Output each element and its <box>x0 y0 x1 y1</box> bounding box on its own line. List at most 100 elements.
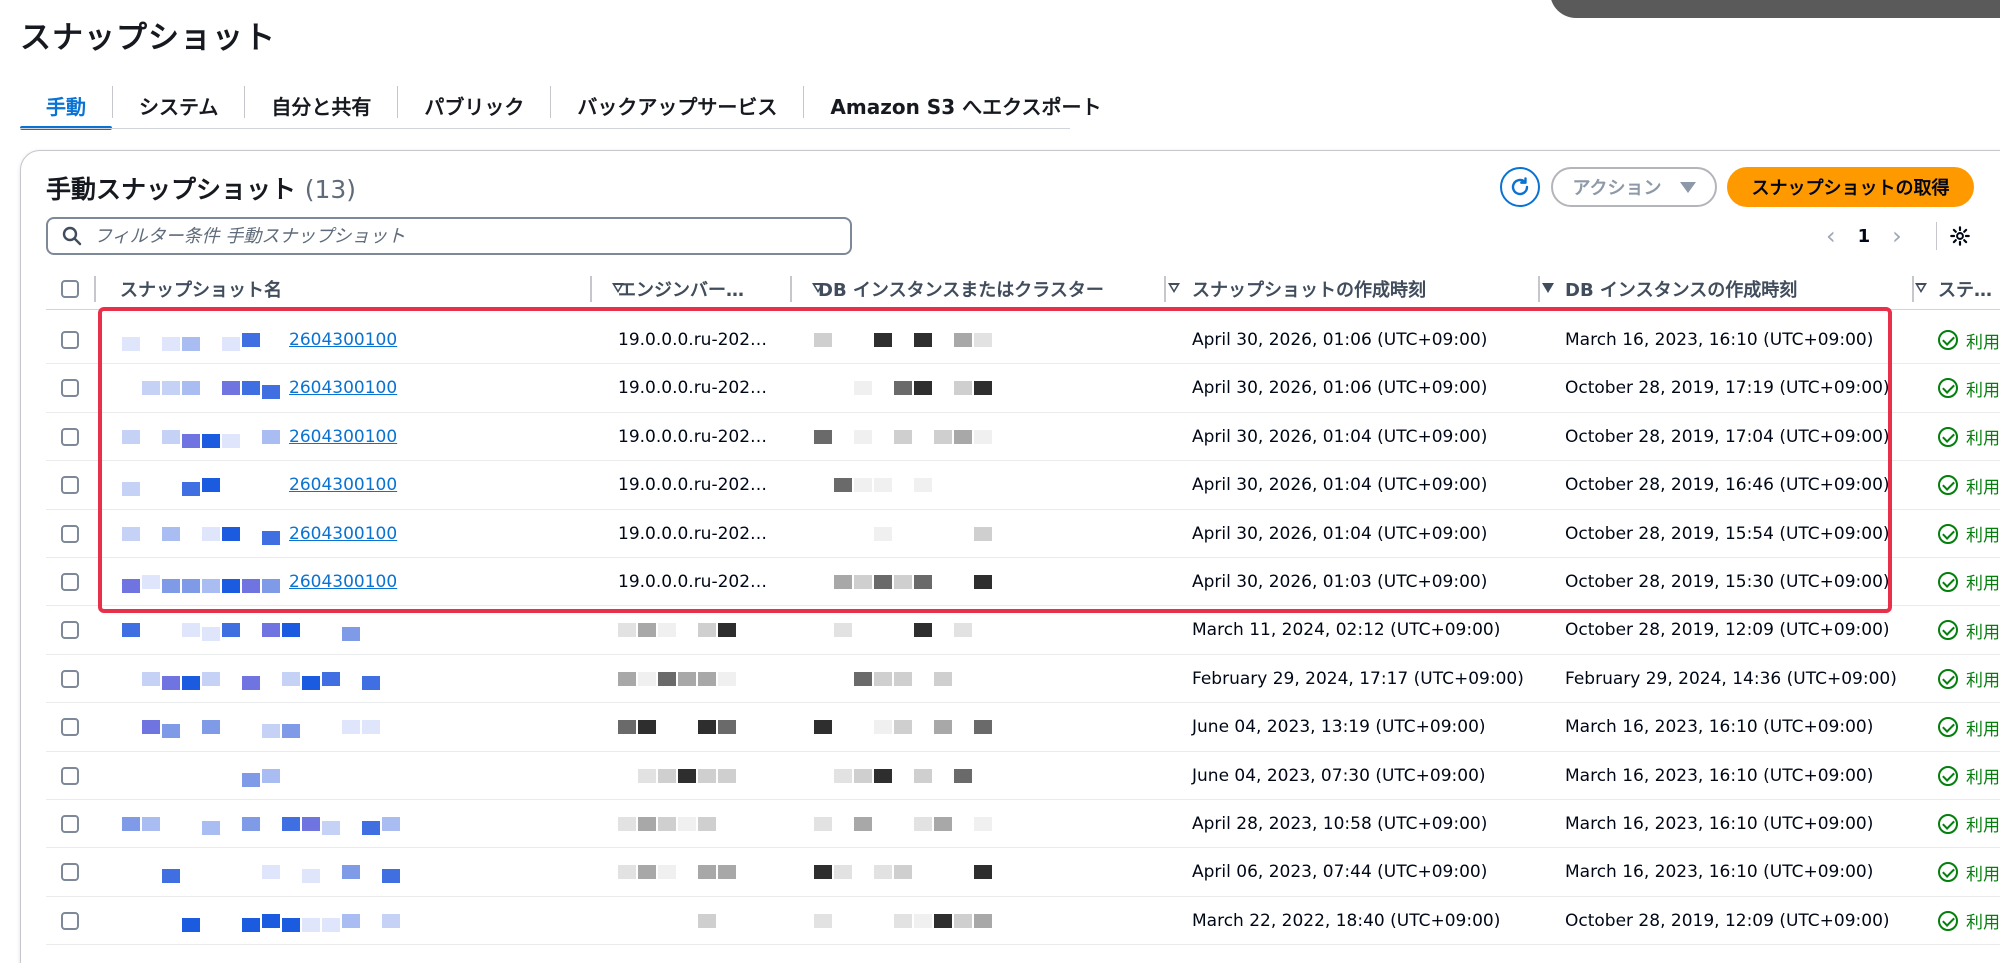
column-divider[interactable] <box>790 276 792 302</box>
redacted-block <box>874 865 892 880</box>
redacted-block <box>162 675 180 690</box>
snapshot-count: (13) <box>304 175 357 204</box>
row-checkbox[interactable] <box>61 379 79 398</box>
select-all-checkbox[interactable] <box>61 280 79 298</box>
row-checkbox[interactable] <box>61 427 79 446</box>
overlay-panel <box>1550 0 2000 18</box>
snapshot-name-link[interactable]: 2604300100 <box>289 524 397 544</box>
column-header-instance[interactable]: DB インスタンスまたはクラスター <box>818 268 1192 310</box>
table-row: 2604300100 19.0.0.0.ru-202… April 30, 20… <box>46 558 2000 607</box>
tab-manual[interactable]: 手動 <box>20 80 112 130</box>
redacted-block <box>954 623 972 638</box>
redacted-block <box>162 869 180 884</box>
column-header-instance-created[interactable]: DB インスタンスの作成時刻 <box>1565 268 1939 310</box>
snapshot-name-link[interactable]: 2604300100 <box>289 572 397 592</box>
redacted-block <box>282 817 300 831</box>
redacted-block <box>122 429 140 444</box>
redacted-block <box>162 579 180 593</box>
redacted-block <box>854 575 872 589</box>
take-snapshot-button[interactable]: スナップショットの取得 <box>1727 167 1974 207</box>
tab-label: 手動 <box>46 94 86 119</box>
instance-created-cell: October 28, 2019, 15:54 (UTC+09:00) <box>1565 523 1890 544</box>
snapshot-name-cell: 2604300100 <box>289 558 397 606</box>
sort-icon <box>1915 283 1927 293</box>
tab-public[interactable]: パブリック <box>398 80 550 130</box>
snapshot-name-cell: 2604300100 <box>289 510 397 558</box>
row-checkbox[interactable] <box>61 863 79 882</box>
column-divider[interactable] <box>1538 276 1540 302</box>
row-select-cell <box>61 703 79 751</box>
status-success-icon <box>1938 620 1958 641</box>
column-header-created[interactable]: スナップショットの作成時刻 <box>1192 268 1566 310</box>
tab-shared-with-me[interactable]: 自分と共有 <box>245 80 397 130</box>
redacted-block <box>302 869 320 884</box>
select-all-cell <box>61 268 79 310</box>
redacted-block <box>242 772 260 787</box>
status-cell: 利用 <box>1938 364 2000 412</box>
snapshot-name-link[interactable]: 2604300100 <box>289 330 397 350</box>
redacted-block <box>874 720 892 735</box>
table-settings-button[interactable] <box>1944 220 1976 252</box>
snapshot-name-link[interactable]: 2604300100 <box>289 475 397 495</box>
status-text: 利用 <box>1966 332 2000 353</box>
row-checkbox[interactable] <box>61 524 79 543</box>
instance-created-cell: October 28, 2019, 15:30 (UTC+09:00) <box>1565 571 1890 592</box>
redacted-block <box>834 575 852 589</box>
redacted-block <box>202 720 220 735</box>
engine-version-cell: 19.0.0.0.ru-202… <box>618 426 768 447</box>
tab-export-s3[interactable]: Amazon S3 へエクスポート <box>804 80 1127 130</box>
column-header-engine[interactable]: エンジンバー… <box>618 268 836 310</box>
row-checkbox[interactable] <box>61 572 79 591</box>
row-checkbox[interactable] <box>61 621 79 640</box>
redacted-block <box>262 530 280 545</box>
redacted-block <box>222 623 240 638</box>
tab-backup-service[interactable]: バックアップサービス <box>551 80 803 130</box>
row-checkbox[interactable] <box>61 766 79 785</box>
redacted-block <box>814 817 832 831</box>
redacted-block <box>122 579 140 593</box>
instance-created-cell: March 16, 2023, 16:10 (UTC+09:00) <box>1565 330 1874 350</box>
row-select-cell <box>61 316 79 364</box>
page-number[interactable]: 1 <box>1858 226 1871 247</box>
refresh-button[interactable] <box>1500 167 1540 207</box>
redacted-block <box>974 913 992 928</box>
chevron-left-icon[interactable]: ‹ <box>1826 222 1836 250</box>
tabs-underline <box>20 128 1070 129</box>
redacted-block <box>814 865 832 880</box>
tab-system[interactable]: システム <box>113 80 244 130</box>
redacted-block <box>222 337 240 351</box>
row-checkbox[interactable] <box>61 669 79 688</box>
redacted-block <box>322 671 340 686</box>
status-text: 利用 <box>1966 913 2000 934</box>
filter-input[interactable] <box>94 225 814 247</box>
redacted-block <box>302 675 320 690</box>
row-checkbox[interactable] <box>61 718 79 737</box>
snapshot-name-link[interactable]: 2604300100 <box>289 427 397 447</box>
column-divider <box>94 276 96 302</box>
row-checkbox[interactable] <box>61 814 79 833</box>
snapshot-created-cell: April 30, 2026, 01:04 (UTC+09:00) <box>1192 426 1488 447</box>
column-header-status[interactable]: ステ… <box>1938 268 1992 310</box>
redacted-block <box>122 337 140 351</box>
redacted-block <box>954 768 972 783</box>
column-divider[interactable] <box>1164 276 1166 302</box>
redacted-block <box>618 623 636 638</box>
status-success-icon <box>1938 378 1958 399</box>
snapshot-name-link[interactable]: 2604300100 <box>289 378 397 398</box>
chevron-right-icon[interactable]: › <box>1892 222 1902 250</box>
redacted-block <box>658 865 676 880</box>
status-success-icon <box>1938 910 1958 931</box>
column-divider[interactable] <box>590 276 592 302</box>
pager-divider <box>1936 222 1937 250</box>
row-checkbox[interactable] <box>61 476 79 495</box>
snapshot-created-cell: April 30, 2026, 01:06 (UTC+09:00) <box>1192 330 1488 350</box>
column-divider[interactable] <box>1912 276 1914 302</box>
row-checkbox[interactable] <box>61 331 79 349</box>
redacted-block <box>854 381 872 396</box>
redacted-block <box>222 526 240 541</box>
actions-dropdown[interactable]: アクション <box>1551 167 1717 207</box>
status-text: 利用 <box>1966 671 2000 692</box>
row-checkbox[interactable] <box>61 911 79 930</box>
column-header-name[interactable]: スナップショット名 <box>120 268 636 310</box>
redacted-block <box>974 817 992 831</box>
